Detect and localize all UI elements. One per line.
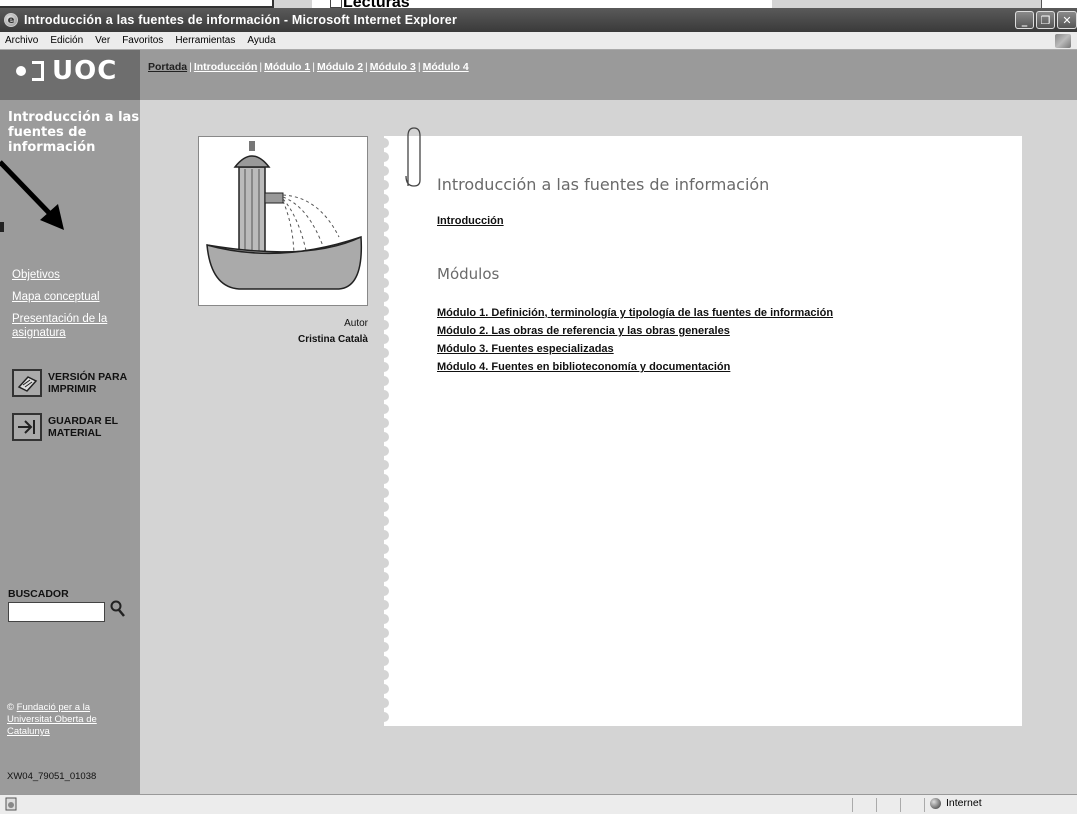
material-code: XW04_79051_01038 <box>7 771 97 782</box>
uoc-logo[interactable]: UOC <box>16 56 117 86</box>
sidebar-link-mapa-conceptual[interactable]: Mapa conceptual <box>12 290 100 304</box>
sidebar-link-presentacion[interactable]: Presentación de la asignatura <box>12 312 137 340</box>
window-titlebar: e Introducción a las fuentes de informac… <box>0 8 1077 32</box>
logo-text: UOC <box>52 56 118 86</box>
menu-archivo[interactable]: Archivo <box>5 35 38 46</box>
menu-ver[interactable]: Ver <box>95 35 110 46</box>
maximize-button[interactable]: ❐ <box>1036 11 1055 29</box>
top-navigation-bar <box>140 50 1077 100</box>
minimize-button[interactable]: _ <box>1015 11 1034 29</box>
module-link-3[interactable]: Módulo 3. Fuentes especializadas <box>437 343 614 355</box>
sidebar-link-objetivos[interactable]: Objetivos <box>12 268 60 282</box>
paperclip-icon <box>405 127 421 187</box>
annotation-arrow-icon <box>0 160 64 230</box>
nav-modulo-2[interactable]: Módulo 2 <box>317 61 363 73</box>
module-link-4[interactable]: Módulo 4. Fuentes en biblioteconomía y d… <box>437 361 730 373</box>
search-label: BUSCADOR <box>8 588 69 600</box>
fountain-illustration <box>198 136 368 306</box>
nav-separator: | <box>365 61 368 73</box>
status-bar <box>0 794 1077 814</box>
author-name: Cristina Català <box>297 334 368 345</box>
menu-favoritos[interactable]: Favoritos <box>122 35 163 46</box>
page-status-icon <box>4 797 18 814</box>
status-divider <box>924 798 925 812</box>
ie-icon: e <box>4 13 18 27</box>
status-divider <box>900 798 901 812</box>
search-input[interactable] <box>8 602 105 622</box>
modules-list: Módulo 1. Definición, terminología y tip… <box>437 304 833 376</box>
copyright-link[interactable]: Fundació per a la Universitat Oberta de … <box>7 702 97 737</box>
nav-separator: | <box>189 61 192 73</box>
stray-fragment <box>0 222 4 232</box>
menu-ayuda[interactable]: Ayuda <box>247 35 275 46</box>
nav-separator: | <box>417 61 421 73</box>
module-link-2[interactable]: Módulo 2. Las obras de referencia y las … <box>437 325 730 337</box>
menu-herramientas[interactable]: Herramientas <box>175 35 235 46</box>
author-label: Autor <box>344 318 368 329</box>
nav-introduccion[interactable]: Introducción <box>194 61 258 73</box>
nav-modulo-1[interactable]: Módulo 1 <box>264 61 310 73</box>
print-document-icon <box>12 369 42 397</box>
nav-portada[interactable]: Portada <box>148 61 187 73</box>
logo-dot-icon <box>16 66 26 76</box>
print-version-label: VERSIÓN PARA IMPRIMIR <box>48 371 127 395</box>
nav-separator: | <box>259 61 263 73</box>
background-window-fragment-right <box>1041 0 1077 8</box>
menu-edicion[interactable]: Edición <box>50 35 83 46</box>
windows-logo-icon <box>1055 34 1071 48</box>
search-icon[interactable] <box>110 600 126 622</box>
nav-separator: | <box>312 61 315 73</box>
module-link-1[interactable]: Módulo 1. Definición, terminología y tip… <box>437 307 833 319</box>
background-window-fragment <box>0 0 274 8</box>
globe-icon <box>930 797 941 809</box>
window-title: Introducción a las fuentes de informació… <box>24 13 458 27</box>
copyright: © Fundació per a la Universitat Oberta d… <box>7 702 135 738</box>
page-title: Introducción a las fuentes de informació… <box>437 175 770 194</box>
status-divider <box>876 798 877 812</box>
close-button[interactable]: ✕ <box>1057 11 1077 29</box>
zone-label: Internet <box>946 797 982 809</box>
logo-bracket-icon <box>32 61 44 81</box>
nav-modulo-3[interactable]: Módulo 3 <box>370 61 416 73</box>
copyright-symbol: © <box>7 702 14 713</box>
status-divider <box>852 798 853 812</box>
perforated-edge <box>384 136 396 726</box>
collapse-box-icon <box>330 0 342 8</box>
save-arrow-icon <box>12 413 42 441</box>
save-material-button[interactable]: GUARDAR EL MATERIAL <box>12 413 118 441</box>
nav-modulo-4[interactable]: Módulo 4 <box>423 61 469 73</box>
modules-heading: Módulos <box>437 265 500 283</box>
print-version-button[interactable]: VERSIÓN PARA IMPRIMIR <box>12 369 130 397</box>
course-title: Introducción a las fuentes de informació… <box>8 110 140 155</box>
breadcrumb-nav: Portada | Introducción | Módulo 1 | Módulo 2 | M… <box>148 61 469 73</box>
security-zone: Internet <box>930 797 982 809</box>
save-material-label: GUARDAR EL MATERIAL <box>48 415 118 439</box>
menu-bar: Archivo Edición Ver Favoritos Herramient… <box>0 32 1077 50</box>
intro-link[interactable]: Introducción <box>437 215 504 227</box>
